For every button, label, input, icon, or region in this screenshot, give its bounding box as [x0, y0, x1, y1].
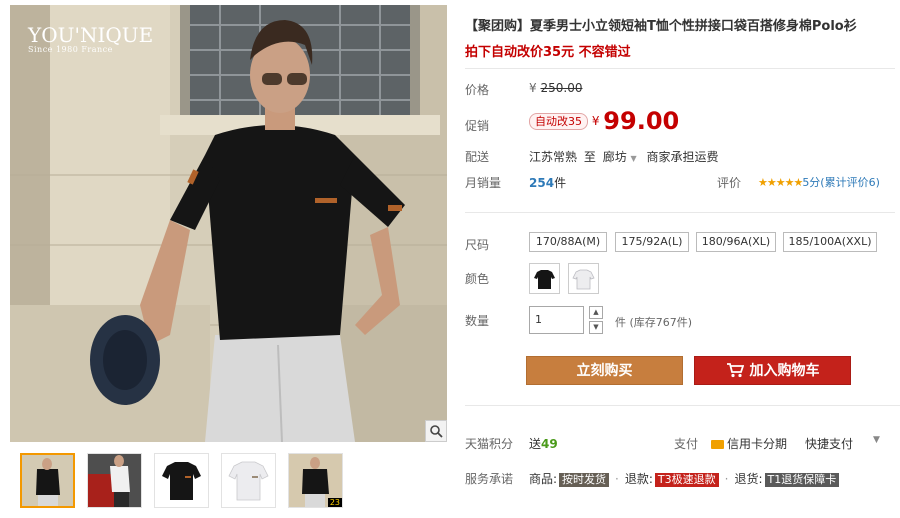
quantity-unit: 件	[615, 316, 626, 329]
service-items: 商品: 按时发货 · 退款: T3极速退款 · 退货: T1退货保障卡	[529, 470, 840, 487]
quick-pay-option[interactable]: 快捷支付	[805, 435, 853, 452]
stock-text: (库存767件)	[629, 316, 693, 329]
divider	[465, 68, 895, 69]
points-prefix: 送	[529, 437, 542, 451]
service-name: 商品:	[529, 472, 558, 486]
quantity-increase-button[interactable]: ▲	[589, 306, 603, 319]
shipping-info: 江苏常熟 至 廊坊 ▼ 商家承担运费	[529, 148, 719, 165]
payment-dropdown-icon[interactable]: ▼	[873, 435, 880, 445]
installment-label: 信用卡分期	[727, 437, 788, 451]
shipping-destination-select[interactable]: 廊坊 ▼	[603, 150, 637, 164]
sales-label: 月销量	[465, 176, 502, 190]
main-product-image[interactable]: YOU'NIQUE Since 1980 France	[10, 5, 447, 442]
quantity-input[interactable]: 1	[529, 306, 584, 334]
separator: ·	[615, 472, 619, 486]
service-item-goods[interactable]: 商品: 按时发货	[529, 472, 610, 487]
thumbnail-badge: 23	[327, 498, 342, 507]
size-label: 尺码	[465, 238, 490, 252]
service-name: 退货:	[734, 472, 763, 486]
shipping-origin: 江苏常熟	[529, 150, 578, 164]
color-label: 颜色	[465, 272, 490, 286]
promo-label: 促销	[465, 119, 490, 133]
promo-price-value: 99.00	[603, 107, 680, 135]
sales-count-value: 254	[529, 176, 555, 190]
thumbnail-3[interactable]	[154, 453, 209, 508]
size-option-xl[interactable]: 180/96A(XL)	[696, 232, 776, 252]
service-tag: T1退货保障卡	[764, 473, 840, 487]
thumbnail-1[interactable]	[20, 453, 75, 508]
sales-unit: 件	[554, 176, 567, 190]
installment-option[interactable]: 信用卡分期	[711, 435, 787, 452]
cart-icon	[726, 360, 744, 389]
product-subtitle: 拍下自动改价35元 不容错过	[465, 41, 631, 60]
product-info-panel: 【聚团购】夏季男士小立领短袖T恤个性拼接口袋百搭修身棉Polo衫 拍下自动改价3…	[465, 0, 900, 518]
rating-score: 5分(累计评价6)	[802, 176, 880, 189]
size-option-l[interactable]: 175/92A(L)	[615, 232, 689, 252]
buy-now-button[interactable]: 立刻购买	[526, 356, 683, 385]
shipping-label: 配送	[465, 150, 490, 164]
color-swatch-black[interactable]	[529, 263, 560, 294]
shipping-destination: 廊坊	[602, 150, 627, 164]
separator: ·	[724, 472, 729, 486]
quantity-label: 数量	[465, 314, 490, 328]
subtitle-prefix: 拍下自动改价	[465, 45, 544, 60]
points-number: 49	[541, 437, 558, 451]
size-option-m[interactable]: 170/88A(M)	[529, 232, 607, 252]
points-label: 天猫积分	[465, 437, 514, 451]
rating-label: 评价	[717, 176, 742, 190]
rating[interactable]: ★★★★★5分(累计评价6)	[758, 174, 880, 190]
brand-tagline: Since 1980 France	[28, 45, 113, 54]
promo-tag: 自动改35	[529, 113, 588, 130]
promo-currency: ¥	[591, 114, 600, 128]
service-tag: 按时发货	[559, 473, 610, 487]
original-currency: ¥	[529, 81, 537, 95]
service-name: 退款:	[624, 472, 653, 486]
thumbnail-5[interactable]: 23	[288, 453, 343, 508]
points-value: 送49	[529, 435, 558, 452]
quantity-stock: 件 (库存767件)	[615, 314, 692, 330]
chevron-down-icon: ▼	[630, 154, 637, 163]
size-option-xxl[interactable]: 185/100A(XXL)	[783, 232, 877, 252]
promo-price: 自动改35 ¥ 99.00	[529, 107, 679, 135]
sales-count: 254件	[529, 174, 566, 191]
thumbnail-4[interactable]	[221, 453, 276, 508]
subtitle-suffix: 不容错过	[574, 45, 631, 60]
original-price-value: 250.00	[540, 81, 583, 95]
original-price: ¥ 250.00	[529, 81, 582, 95]
zoom-icon[interactable]	[425, 420, 447, 442]
brand-name: YOU'NIQUE	[28, 23, 154, 47]
quick-pay-label: 快捷支付	[805, 437, 854, 451]
add-to-cart-label: 加入购物车	[749, 363, 820, 379]
brand-logo: YOU'NIQUE Since 1980 France	[28, 23, 153, 54]
rating-stars: ★★★★★	[758, 176, 803, 189]
service-label: 服务承诺	[465, 472, 514, 486]
credit-card-icon	[711, 440, 724, 449]
payment-label: 支付	[674, 437, 699, 451]
service-item-return[interactable]: 退货: T1退货保障卡	[734, 472, 840, 487]
divider	[465, 405, 900, 406]
quantity-decrease-button[interactable]: ▼	[589, 321, 603, 334]
thumbnail-2[interactable]	[87, 453, 142, 508]
divider	[465, 212, 895, 213]
shipping-to: 至	[583, 150, 596, 164]
shipping-fee: 商家承担运费	[646, 150, 719, 164]
color-swatch-white[interactable]	[568, 263, 599, 294]
product-photo-illustration	[10, 5, 447, 442]
product-title: 【聚团购】夏季男士小立领短袖T恤个性拼接口袋百搭修身棉Polo衫	[465, 19, 857, 34]
service-item-refund[interactable]: 退款: T3极速退款	[624, 472, 719, 487]
price-label: 价格	[465, 83, 490, 97]
add-to-cart-button[interactable]: 加入购物车	[694, 356, 851, 385]
subtitle-price: 35元	[543, 45, 575, 60]
service-tag: T3极速退款	[654, 473, 719, 487]
